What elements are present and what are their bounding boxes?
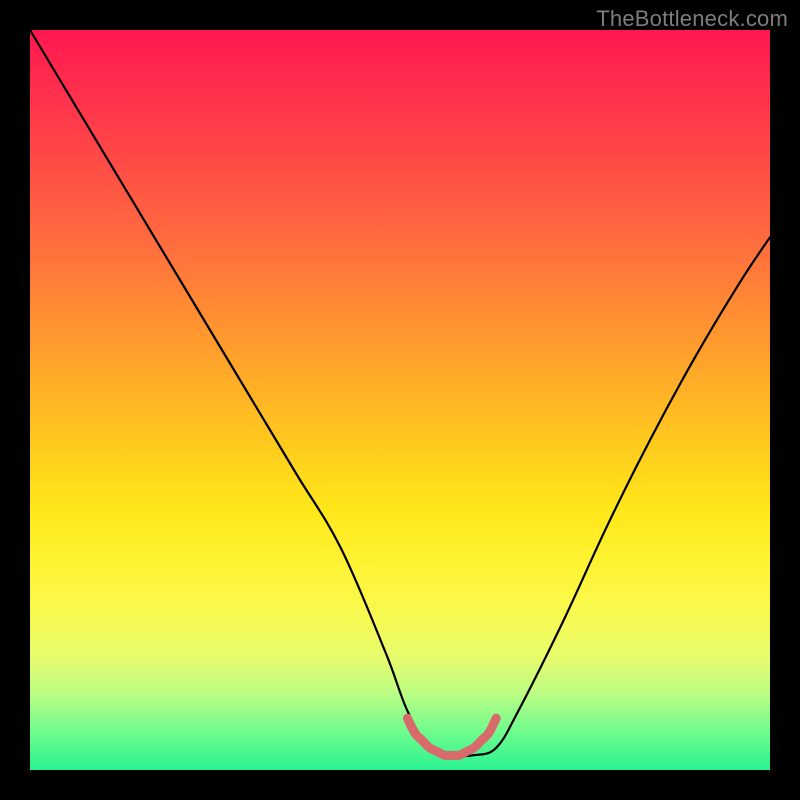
- chart-container: TheBottleneck.com: [0, 0, 800, 800]
- curve-svg: [30, 30, 770, 770]
- plot-area: [30, 30, 770, 770]
- watermark-text: TheBottleneck.com: [596, 6, 788, 32]
- bottleneck-curve: [30, 30, 770, 756]
- valley-highlight: [407, 718, 496, 755]
